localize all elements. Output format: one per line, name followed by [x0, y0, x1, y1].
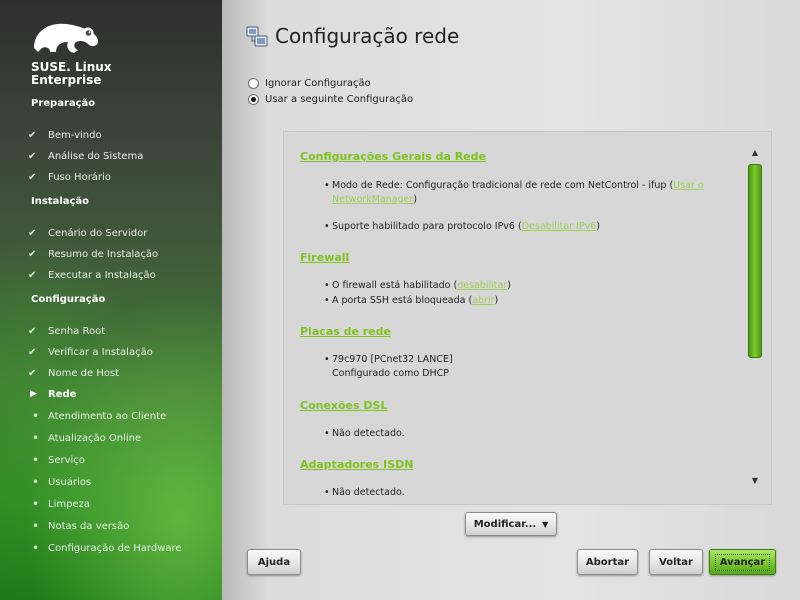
item-isdn-status: • Não detectado.	[324, 487, 405, 498]
bullet-icon: •	[32, 431, 40, 445]
bullet-icon: •	[324, 428, 330, 439]
step-executar-a-instalacao: ✔ Executar a Instalação	[28, 269, 156, 281]
check-icon: ✔	[28, 269, 37, 281]
heading-isdn-adapters[interactable]: Adaptadores ISDN	[300, 458, 413, 471]
check-icon: ✔	[28, 129, 37, 141]
bullet-icon: •	[324, 295, 330, 306]
abort-button[interactable]: Abortar	[577, 549, 638, 575]
heading-general-settings[interactable]: Configurações Gerais da Rede	[300, 150, 486, 163]
item-firewall-status: • O firewall está habilitado (desabilita…	[324, 280, 511, 291]
step-senha-root: ✔ Senha Root	[28, 325, 106, 337]
item-ipv6-support: • Suporte habilitado para protocolo IPv6…	[324, 221, 600, 232]
sidebar: SUSE. Linux Enterprise Preparação ✔ Bem-v…	[0, 0, 222, 600]
item-network-mode: • Modo de Rede: Configuração tradicional…	[324, 180, 704, 205]
bullet-icon: •	[32, 475, 40, 489]
vertical-scrollbar[interactable]: ▲ ▼	[747, 148, 763, 488]
step-atendimento-ao-cliente: • Atendimento ao Cliente	[28, 408, 166, 424]
link-disable-ipv6[interactable]: Desabilitar IPv6	[522, 221, 597, 232]
radio-button[interactable]	[248, 94, 259, 105]
heading-network-cards[interactable]: Placas de rede	[300, 325, 391, 338]
scroll-up-arrow-icon[interactable]: ▲	[747, 148, 763, 160]
step-bem-vindo: ✔ Bem-vindo	[28, 129, 102, 141]
bullet-icon: •	[324, 180, 330, 191]
brand-name: SUSE. Linux Enterprise	[31, 60, 112, 87]
step-atualizacao-online: • Atualização Online	[28, 430, 141, 446]
item-network-card: • 79c970 [PCnet32 LANCE] Configurado com…	[324, 354, 453, 379]
step-rede: ▶ Rede	[30, 388, 77, 400]
check-icon: ✔	[28, 227, 37, 239]
step-limpeza: • Limpeza	[28, 496, 90, 512]
heading-firewall[interactable]: Firewall	[300, 251, 349, 264]
radio-label: Usar a seguinte Configuração	[265, 94, 414, 105]
check-icon: ✔	[28, 325, 37, 337]
section-title-instalacao: Instalação	[31, 196, 90, 207]
step-notas-da-versao: • Notas da versão	[28, 518, 129, 534]
item-ssh-port: • A porta SSH está bloqueada (abrir)	[324, 295, 499, 306]
step-cenario-do-servidor: ✔ Cenário do Servidor	[28, 227, 148, 239]
check-icon: ✔	[28, 346, 37, 358]
section-title-preparacao: Preparação	[31, 98, 96, 109]
check-icon: ✔	[28, 171, 37, 183]
scroll-down-arrow-icon[interactable]: ▼	[747, 476, 763, 488]
radio-ignore-config[interactable]: Ignorar Configuração	[248, 78, 371, 89]
step-configuracao-de-hardware: • Configuração de Hardware	[28, 540, 182, 556]
current-step-arrow-icon: ▶	[30, 389, 37, 399]
bullet-icon: •	[324, 487, 330, 498]
help-button[interactable]: Ajuda	[247, 549, 301, 575]
bullet-icon: •	[324, 354, 330, 365]
radio-use-following-config[interactable]: Usar a seguinte Configuração	[248, 94, 413, 105]
bullet-icon: •	[32, 453, 40, 467]
network-summary-box: Configurações Gerais da Rede • Modo de R…	[283, 131, 772, 505]
bullet-icon: •	[324, 280, 330, 291]
bullet-icon: •	[32, 497, 40, 511]
dropdown-caret-icon: ▼	[542, 519, 549, 529]
bullet-icon: •	[32, 409, 40, 423]
network-config-icon	[246, 26, 268, 47]
page-title: Configuração rede	[275, 24, 460, 48]
step-verificar-a-instalacao: ✔ Verificar a Instalação	[28, 346, 153, 358]
step-usuarios: • Usuários	[28, 474, 91, 490]
check-icon: ✔	[28, 150, 37, 162]
radio-label: Ignorar Configuração	[265, 78, 371, 89]
step-resumo-de-instalacao: ✔ Resumo de Instalação	[28, 248, 159, 260]
link-open-ssh-port[interactable]: abrir	[472, 295, 494, 306]
bullet-icon: •	[32, 519, 40, 533]
modify-menu-button[interactable]: Modificar... ▼	[465, 512, 557, 536]
item-dsl-status: • Não detectado.	[324, 428, 405, 439]
step-analise-do-sistema: ✔ Análise do Sistema	[28, 150, 144, 162]
next-button[interactable]: Avançar	[709, 549, 776, 575]
step-servico: • Serviço	[28, 452, 85, 468]
main-panel: Configuração rede Ignorar Configuração U…	[222, 0, 800, 600]
section-title-configuracao: Configuração	[31, 294, 106, 305]
radio-button[interactable]	[248, 78, 259, 89]
step-nome-de-host: ✔ Nome de Host	[28, 367, 120, 379]
back-button[interactable]: Voltar	[649, 549, 703, 575]
check-icon: ✔	[28, 367, 37, 379]
step-fuso-horario: ✔ Fuso Horário	[28, 171, 111, 183]
bullet-icon: •	[32, 541, 40, 555]
scrollbar-thumb[interactable]	[748, 164, 762, 358]
link-disable-firewall[interactable]: desabilitar	[457, 280, 507, 291]
suse-chameleon-logo	[34, 23, 99, 53]
heading-dsl-connections[interactable]: Conexões DSL	[300, 399, 387, 412]
check-icon: ✔	[28, 248, 37, 260]
bullet-icon: •	[324, 221, 330, 232]
